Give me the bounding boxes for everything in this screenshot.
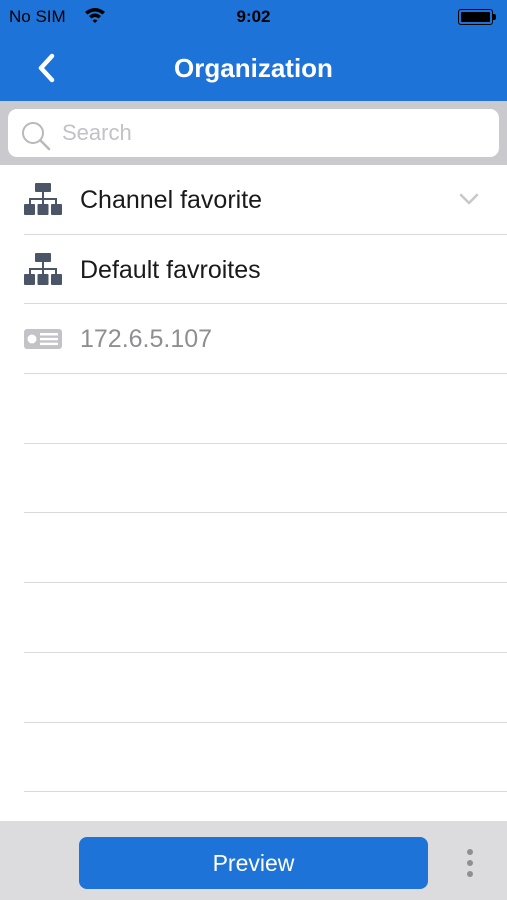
page-title: Organization — [174, 53, 333, 83]
status-bar: No SIM 9:02 — [0, 0, 507, 34]
search-input[interactable] — [62, 118, 482, 148]
list-item-label: 172.6.5.107 — [80, 325, 213, 354]
empty-row — [24, 513, 507, 584]
org-tree-icon — [24, 183, 62, 215]
chevron-down-icon[interactable] — [459, 192, 479, 206]
organization-list: Channel favorite Default favroites 172.6… — [0, 165, 507, 821]
list-item-channel-favorite[interactable]: Channel favorite — [24, 165, 507, 235]
more-vertical-icon[interactable] — [458, 847, 482, 879]
device-icon — [24, 329, 62, 350]
empty-row — [24, 723, 507, 793]
search-icon — [22, 122, 51, 151]
empty-row — [24, 374, 507, 444]
preview-button[interactable]: Preview — [79, 837, 428, 889]
empty-row — [24, 444, 507, 514]
search-field[interactable] — [8, 109, 499, 157]
list-item-label: Channel favorite — [80, 186, 263, 214]
battery-icon — [458, 9, 496, 25]
search-bar — [0, 101, 507, 165]
list-item-label: Default favroites — [80, 255, 261, 284]
org-tree-icon — [24, 252, 62, 285]
navigation-bar: Organization — [0, 34, 507, 101]
empty-row — [24, 653, 507, 723]
list-item-device[interactable]: 172.6.5.107 — [24, 304, 507, 375]
status-time: 9:02 — [236, 7, 271, 26]
bottom-toolbar: Preview — [0, 821, 507, 900]
list-item-default-favorites[interactable]: Default favroites — [24, 235, 507, 305]
empty-row — [24, 583, 507, 653]
